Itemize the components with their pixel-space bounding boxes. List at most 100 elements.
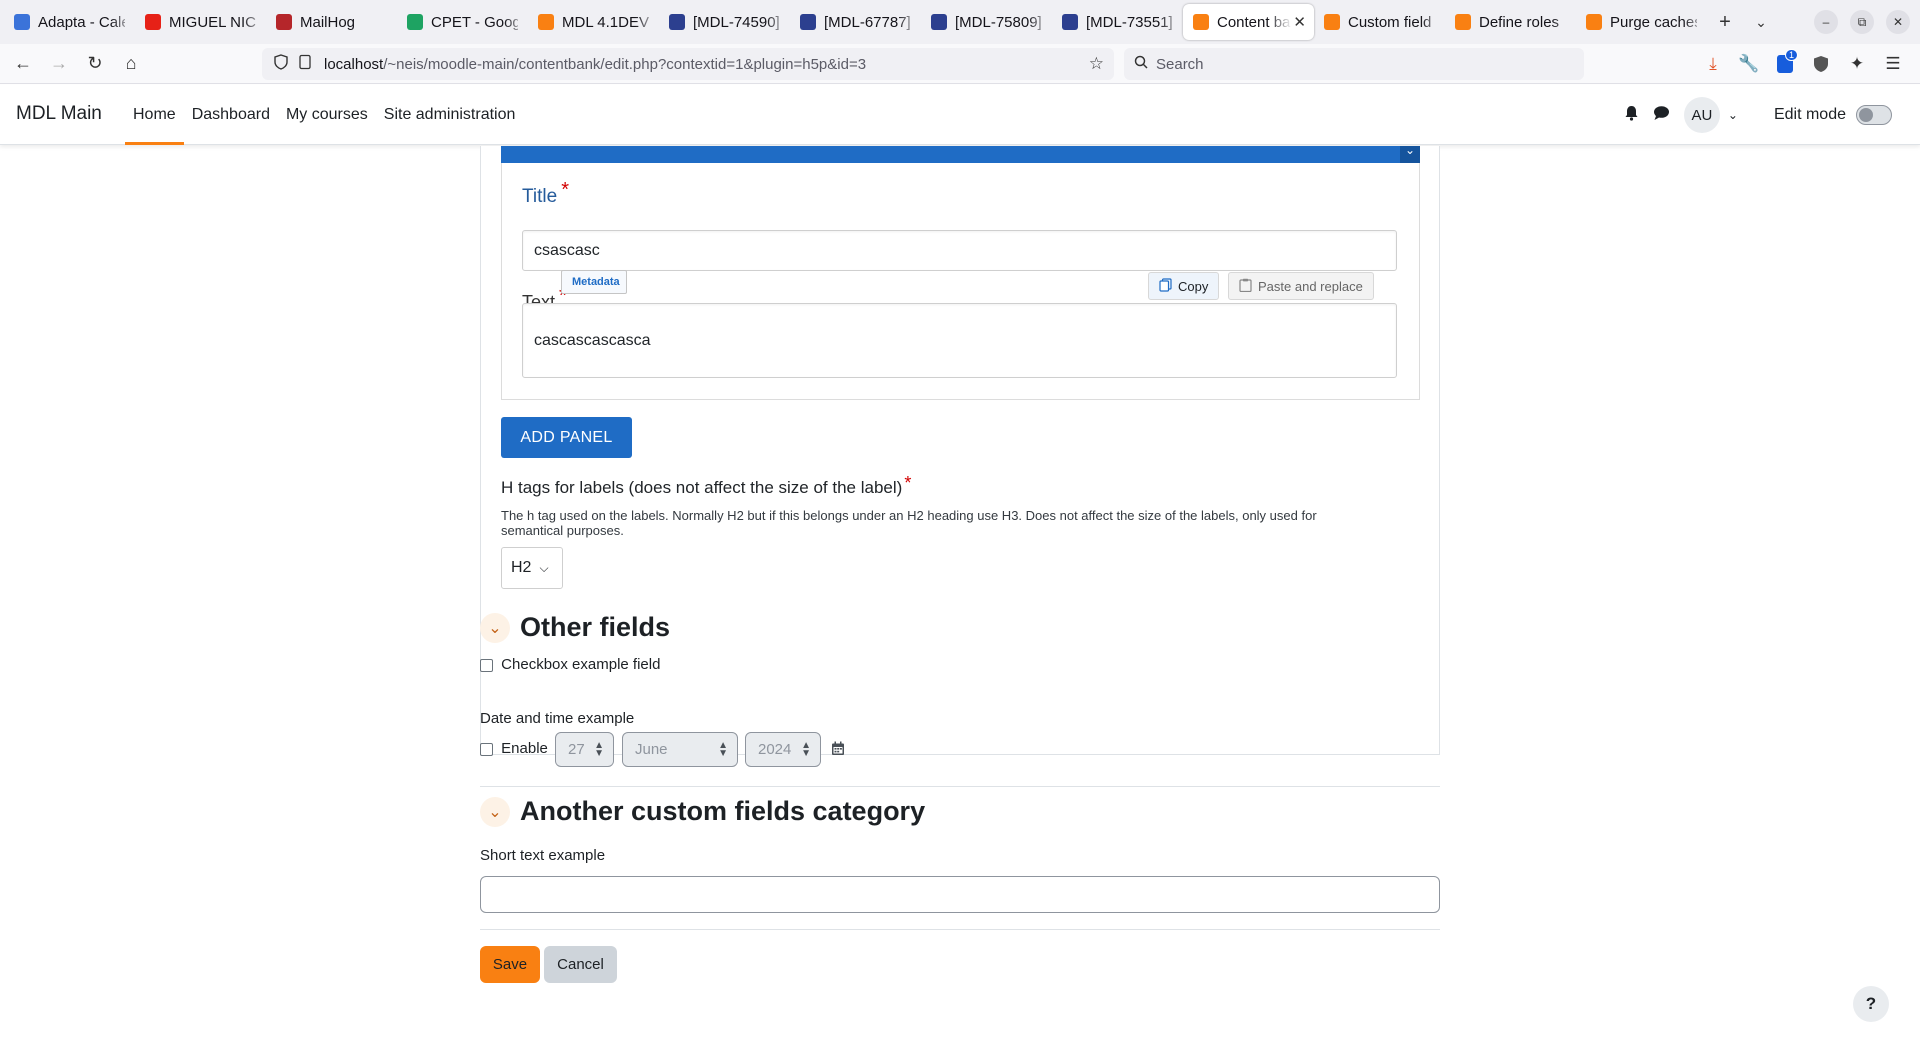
address-bar[interactable]: localhost/~neis/moodle-main/contentbank/… <box>262 48 1114 80</box>
chevron-down-icon[interactable]: ⌄ <box>1400 146 1420 163</box>
text-input[interactable]: cascascascasca <box>522 303 1397 378</box>
bell-icon[interactable] <box>1624 105 1639 126</box>
downloads-icon[interactable]: ⤓ <box>1698 48 1728 80</box>
browser-tab[interactable]: Content ba ✕ <box>1183 4 1314 40</box>
htags-select[interactable]: H2 ⌵ <box>501 547 563 589</box>
browser-tab[interactable]: [MDL-75809] <box>921 4 1052 40</box>
text-input-value: cascascascasca <box>534 331 651 349</box>
htags-field-label: H tags for labels (does not affect the s… <box>501 473 911 498</box>
checkbox-example-label: Checkbox example field <box>501 656 661 673</box>
browser-tab[interactable]: MDL 4.1DEV <box>528 4 659 40</box>
enable-label: Enable <box>501 740 548 757</box>
year-select[interactable]: 2024 ▲ ▼ <box>745 732 821 767</box>
chevron-down-icon[interactable]: ⌄ <box>480 796 510 827</box>
url-path: /~neis/moodle-main/contentbank/edit.php?… <box>383 55 867 73</box>
close-tab-icon[interactable]: ✕ <box>1293 13 1306 31</box>
checkbox-example-checkbox[interactable] <box>480 658 493 672</box>
close-window-button[interactable]: ✕ <box>1886 10 1910 34</box>
enable-date-checkbox[interactable] <box>480 742 493 756</box>
site-brand[interactable]: MDL Main <box>16 103 102 125</box>
another-category-header[interactable]: ⌄ Another custom fields category <box>480 796 925 827</box>
privacy-extension-icon[interactable] <box>1806 48 1836 80</box>
moodle-favicon-icon <box>1586 14 1602 30</box>
browser-tab[interactable]: Purge caches <box>1576 4 1707 40</box>
new-tab-button[interactable]: + <box>1707 4 1743 40</box>
tab-fade <box>1268 4 1292 40</box>
required-marker: * <box>904 473 912 493</box>
reload-button[interactable]: ↻ <box>78 47 112 81</box>
app-menu-icon[interactable]: ☰ <box>1878 48 1908 80</box>
tab-fade <box>504 4 528 40</box>
browser-tab[interactable]: Define roles <box>1445 4 1576 40</box>
paste-label: Paste and replace <box>1258 278 1363 294</box>
nav-dashboard[interactable]: Dashboard <box>184 85 278 145</box>
tab-fade <box>1552 4 1576 40</box>
browser-tab[interactable]: [MDL-67787] <box>790 4 921 40</box>
browser-tab[interactable]: [MDL-74590] <box>659 4 790 40</box>
forward-button[interactable]: → <box>42 47 76 81</box>
nav-site-administration[interactable]: Site administration <box>376 85 524 145</box>
tab-fade <box>1028 4 1052 40</box>
browser-tab[interactable]: CPET - Googl <box>397 4 528 40</box>
minimize-window-button[interactable]: – <box>1814 10 1838 34</box>
month-select[interactable]: June ▲ ▼ <box>622 732 738 767</box>
title-input[interactable]: csascasc <box>522 230 1397 271</box>
search-input[interactable]: Search <box>1124 48 1584 80</box>
save-button[interactable]: Save <box>480 946 540 983</box>
tab-fade <box>242 4 266 40</box>
tab-fade <box>635 4 659 40</box>
extensions-puzzle-icon[interactable]: ✦ <box>1842 48 1872 80</box>
edit-mode-label: Edit mode <box>1773 106 1846 123</box>
shield-icon <box>274 54 290 74</box>
enable-date-field: Enable <box>480 740 548 757</box>
browser-navigation-bar: ← → ↻ ⌂ localhost/~neis/moodle-main/cont… <box>0 44 1920 84</box>
moodle-header: MDL Main Home Dashboard My courses Site … <box>0 85 1920 145</box>
day-value: 27 <box>568 741 585 758</box>
title-label-text: Title <box>522 186 558 207</box>
home-button[interactable]: ⌂ <box>114 47 148 81</box>
calendar-icon[interactable] <box>831 741 845 761</box>
chevron-down-icon[interactable]: ⌄ <box>480 612 510 643</box>
back-button[interactable]: ← <box>6 47 40 81</box>
messages-icon[interactable] <box>1653 105 1670 126</box>
edit-mode-toggle[interactable] <box>1856 105 1892 125</box>
wrench-icon[interactable]: 🔧 <box>1734 48 1764 80</box>
section-divider <box>480 786 1440 787</box>
browser-tab[interactable]: Custom field <box>1314 4 1445 40</box>
password-manager-extension-icon[interactable]: 1 <box>1770 48 1800 80</box>
moodle-favicon-icon <box>538 14 554 30</box>
day-select[interactable]: 27 ▲ ▼ <box>555 732 614 767</box>
metadata-button[interactable]: Metadata <box>561 270 627 294</box>
extension-badge: 1 <box>1784 49 1798 61</box>
cancel-button[interactable]: Cancel <box>544 946 617 983</box>
htags-select-value: H2 <box>511 559 532 576</box>
browser-tab[interactable]: MIGUEL NICC <box>135 4 266 40</box>
url-host: localhost <box>324 55 384 73</box>
nav-home[interactable]: Home <box>125 85 184 145</box>
browser-tab[interactable]: MailHog <box>266 4 397 40</box>
paste-and-replace-button[interactable]: Paste and replace <box>1228 272 1374 300</box>
year-value: 2024 <box>758 741 792 758</box>
tab-fade <box>373 4 397 40</box>
h5p-panel-header[interactable]: csascasc ⌄ <box>501 146 1420 163</box>
copy-icon <box>1159 277 1172 295</box>
copy-button[interactable]: Copy <box>1148 272 1220 300</box>
add-panel-button[interactable]: ADD PANEL <box>501 417 632 458</box>
youtube-favicon-icon <box>145 14 161 30</box>
page-info-icon[interactable] <box>298 54 314 74</box>
browser-tab[interactable]: [MDL-73551] <box>1052 4 1183 40</box>
help-button[interactable]: ? <box>1853 986 1889 1022</box>
list-all-tabs-button[interactable]: ⌄ <box>1743 4 1779 40</box>
moodle-favicon-icon <box>1455 14 1471 30</box>
short-text-input[interactable] <box>480 876 1440 913</box>
nav-my-courses[interactable]: My courses <box>278 85 376 145</box>
jira-favicon-icon <box>931 14 947 30</box>
bookmark-star-icon[interactable]: ☆ <box>1089 54 1104 74</box>
browser-tab[interactable]: Adapta - Cale <box>4 4 135 40</box>
search-placeholder: Search <box>1156 55 1204 73</box>
select-arrows-icon: ▲ ▼ <box>594 739 604 759</box>
restore-window-button[interactable]: ⧉ <box>1850 10 1874 34</box>
primary-navigation: Home Dashboard My courses Site administr… <box>125 85 523 145</box>
user-menu[interactable]: AU ⌄ <box>1683 97 1738 133</box>
other-fields-header[interactable]: ⌄ Other fields <box>480 612 670 643</box>
